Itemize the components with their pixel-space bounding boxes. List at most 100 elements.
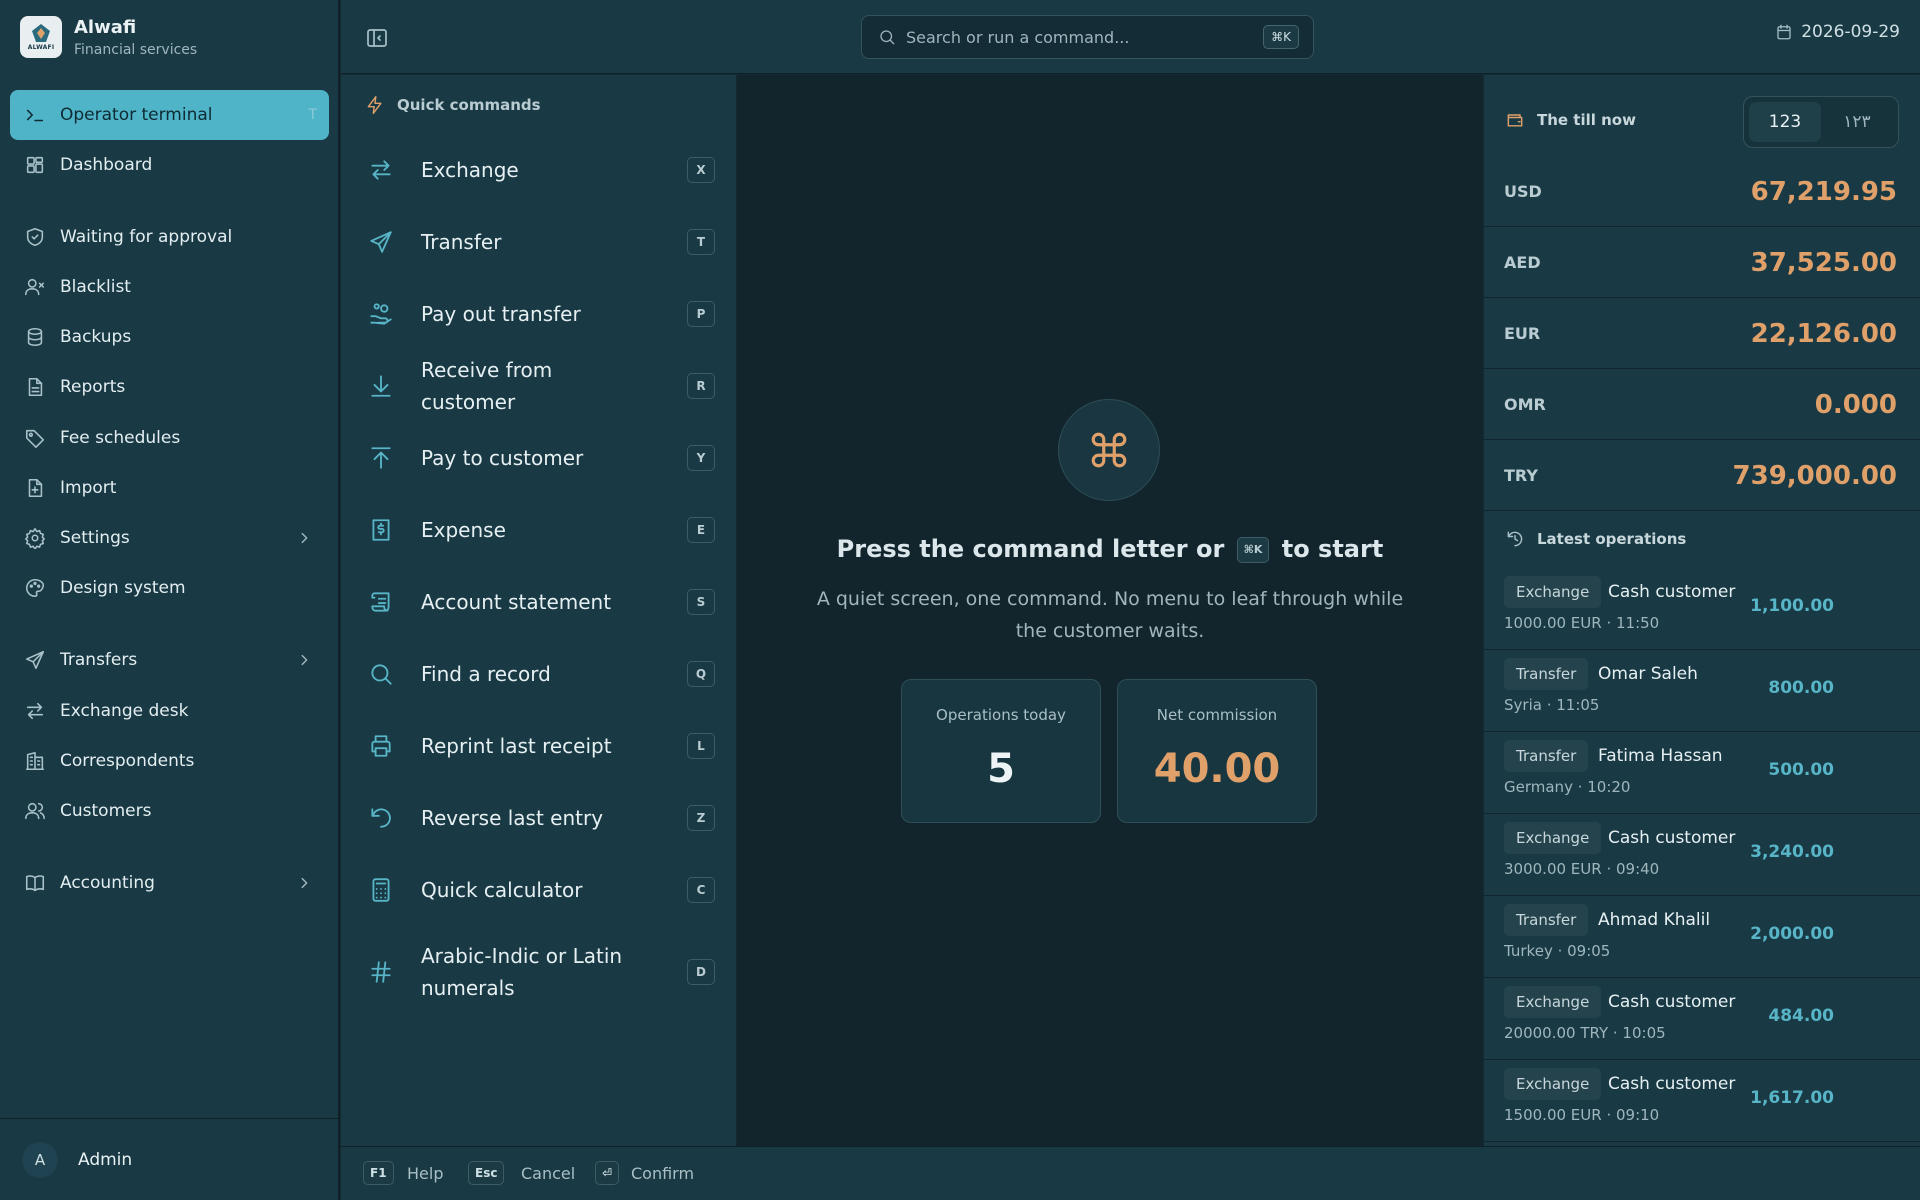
command-numerals[interactable]: Arabic-Indic or Latin numerals D [365, 936, 715, 1008]
dashboard-icon [26, 156, 44, 174]
hash-icon [371, 961, 391, 983]
sidebar-item-label: Settings [60, 528, 130, 548]
command-workspace: Press the command letter or ⌘K to start … [737, 75, 1483, 1146]
command-pay-out-transfer[interactable]: Pay out transfer P [365, 288, 715, 340]
operation-row[interactable]: Exchange Cash customer 20000.00 TRY · 10… [1484, 978, 1920, 1060]
operation-row[interactable]: Exchange Cash customer 1500.00 EUR · 09:… [1484, 1060, 1920, 1142]
command-expense[interactable]: Expense E [365, 504, 715, 556]
sidebar-item-label: Reports [60, 377, 126, 397]
sidebar-item-design-system[interactable]: Design system [10, 563, 329, 613]
sidebar-item-fee-schedules[interactable]: Fee schedules [10, 413, 329, 463]
sidebar-item-label: Design system [60, 578, 186, 598]
instruction-after: to start [1281, 535, 1384, 563]
numeral-option-latin[interactable]: 123 [1749, 102, 1821, 142]
terminal-icon [26, 109, 44, 122]
tag-icon [25, 429, 45, 448]
sidebar: ALWAFI Alwafi Financial services Operato… [0, 0, 340, 1200]
sidebar-item-backups[interactable]: Backups [10, 312, 329, 362]
operation-amount: 484.00 [1768, 1006, 1834, 1026]
operation-type-badge: Transfer [1504, 740, 1589, 772]
shortcut-hint: T [308, 107, 317, 123]
database-icon [27, 327, 43, 347]
users-icon [25, 802, 45, 820]
sidebar-item-correspondents[interactable]: Correspondents [10, 736, 329, 786]
operation-type-badge: Transfer [1504, 658, 1589, 690]
sidebar-item-import[interactable]: Import [10, 463, 329, 513]
arrows-exchange-icon [371, 160, 391, 180]
command-key: D [687, 959, 715, 985]
operation-row[interactable]: Transfer Omar Saleh Syria · 11:05 800.00 [1484, 650, 1920, 732]
sidebar-item-exchange-desk[interactable]: Exchange desk [10, 686, 329, 736]
sidebar-item-blacklist[interactable]: Blacklist [10, 262, 329, 312]
stat-label: Net commission [1156, 706, 1278, 724]
sidebar-item-waiting-approval[interactable]: Waiting for approval [10, 212, 329, 262]
command-find-record[interactable]: Find a record Q [365, 648, 715, 700]
operation-row[interactable]: Transfer Fatima Hassan Germany · 10:20 5… [1484, 732, 1920, 814]
command-key: E [687, 517, 715, 543]
operation-meta: Turkey · 09:05 [1504, 942, 1611, 960]
numeral-toggle[interactable]: 123 ١٢٣ [1743, 96, 1899, 148]
operation-meta: 3000.00 EUR · 09:40 [1504, 860, 1660, 878]
command-label: Expense [421, 518, 506, 542]
currency-amount: 37,525.00 [1750, 247, 1897, 278]
sidebar-item-operator-terminal[interactable]: Operator terminal T [10, 90, 329, 140]
printer-icon [371, 735, 391, 757]
brand[interactable]: ALWAFI Alwafi Financial services [20, 15, 197, 59]
command-key: P [687, 301, 715, 327]
sidebar-item-settings[interactable]: Settings [10, 513, 329, 563]
till-row-omr: OMR 0.000 [1484, 370, 1920, 440]
operation-row[interactable]: Exchange Cash customer 3000.00 EUR · 09:… [1484, 814, 1920, 896]
sidebar-item-label: Exchange desk [60, 701, 189, 721]
command-receive-from-customer[interactable]: Receive from customer R [365, 358, 715, 414]
calendar-icon [1777, 24, 1791, 40]
command-key: L [687, 733, 715, 759]
sidebar-item-label: Operator terminal [60, 105, 213, 125]
logo-text: ALWAFI [27, 44, 55, 51]
operation-row[interactable]: Exchange Cash customer 1000.00 EUR · 11:… [1484, 568, 1920, 650]
operation-row[interactable]: Transfer Ahmad Khalil Turkey · 09:05 2,0… [1484, 896, 1920, 978]
operation-amount: 1,100.00 [1750, 596, 1834, 616]
currency-amount: 0.000 [1814, 389, 1897, 420]
receipt-dollar-icon [372, 519, 390, 541]
operation-party: Cash customer [1608, 992, 1736, 1012]
avatar: A [22, 1141, 58, 1178]
sidebar-item-accounting[interactable]: Accounting [10, 858, 329, 908]
sidebar-item-label: Accounting [60, 873, 155, 893]
sidebar-item-dashboard[interactable]: Dashboard [10, 140, 329, 190]
calculator-icon [372, 878, 390, 902]
command-account-statement[interactable]: Account statement S [365, 576, 715, 628]
file-text-icon [28, 377, 43, 397]
palette-icon [26, 578, 45, 598]
command-transfer[interactable]: Transfer T [365, 216, 715, 268]
arrows-exchange-icon [26, 702, 44, 720]
wallet-icon [1507, 114, 1523, 127]
command-key: Q [687, 661, 715, 687]
user-name: Admin [78, 1149, 133, 1170]
chevron-right-icon [301, 877, 308, 889]
stat-value: 40.00 [1153, 746, 1281, 792]
app-subtitle: Financial services [74, 41, 198, 58]
operation-party: Ahmad Khalil [1598, 910, 1711, 930]
sidebar-toggle-icon[interactable] [365, 26, 389, 50]
quick-commands-header: Quick commands [365, 95, 541, 115]
quick-commands-title: Quick commands [397, 96, 541, 114]
user-menu[interactable]: A Admin [0, 1118, 340, 1200]
command-label: Arabic-Indic or Latin numerals [421, 944, 623, 1000]
sidebar-item-transfers[interactable]: Transfers [10, 635, 329, 685]
numeral-option-arabic-indic[interactable]: ١٢٣ [1821, 102, 1893, 142]
till-row-usd: USD 67,219.95 [1484, 157, 1920, 227]
command-quick-calculator[interactable]: Quick calculator C [365, 864, 715, 916]
operation-type-badge: Exchange [1504, 1068, 1602, 1100]
operation-type-badge: Transfer [1504, 904, 1589, 936]
command-reverse-entry[interactable]: Reverse last entry Z [365, 792, 715, 844]
command-reprint-receipt[interactable]: Reprint last receipt L [365, 720, 715, 772]
currency-amount: 739,000.00 [1732, 460, 1897, 491]
command-exchange[interactable]: Exchange X [365, 144, 715, 196]
till-row-eur: EUR 22,126.00 [1484, 299, 1920, 369]
chevron-right-icon [301, 654, 308, 666]
search-input[interactable]: Search or run a command... ⌘K [861, 15, 1314, 59]
sidebar-item-reports[interactable]: Reports [10, 362, 329, 412]
operation-amount: 500.00 [1768, 760, 1834, 780]
command-pay-to-customer[interactable]: Pay to customer Y [365, 432, 715, 484]
sidebar-item-customers[interactable]: Customers [10, 786, 329, 836]
